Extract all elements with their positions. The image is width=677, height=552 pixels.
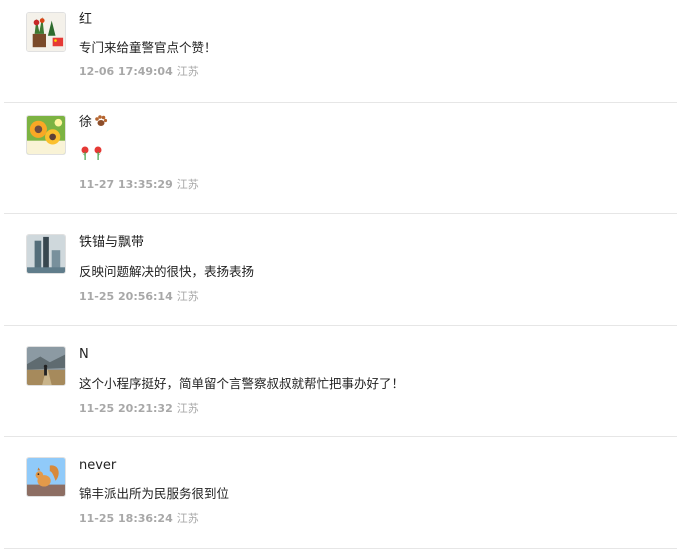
flowers-and-flag-avatar-icon	[27, 13, 65, 51]
squirrel-avatar-icon	[27, 458, 65, 496]
comment-meta: 11-25 18:36:24 江苏	[79, 512, 199, 526]
comment-item: 徐 11-27 13:35:29 江苏	[0, 103, 677, 214]
commenter-name: 红	[79, 12, 93, 27]
commenter-name: N	[79, 347, 89, 362]
paw-emoji-icon	[94, 114, 108, 134]
avatar[interactable]	[26, 346, 66, 386]
commenter-name: 铁锚与飘带	[79, 235, 145, 250]
commenter-name: never	[79, 458, 117, 473]
avatar[interactable]	[26, 12, 66, 52]
comment-meta: 11-25 20:56:14 江苏	[79, 290, 199, 304]
comment-text: 反映问题解决的很快，表扬表扬	[79, 264, 255, 279]
divider	[4, 548, 677, 549]
comment-time: 12-06 17:49:04	[79, 65, 173, 78]
rose-emoji-icon	[79, 146, 105, 165]
comment-meta: 12-06 17:49:04 江苏	[79, 65, 199, 79]
city-buildings-avatar-icon	[27, 235, 65, 273]
comment-item: 红 专门来给童警官点个赞！ 12-06 17:49:04 江苏	[0, 0, 677, 103]
comment-item: N 这个小程序挺好，简单留个言警察叔叔就帮忙把事办好了！ 11-25 20:21…	[0, 326, 677, 437]
comment-time: 11-25 20:21:32	[79, 402, 173, 415]
avatar[interactable]	[26, 115, 66, 155]
comment-text: 专门来给童警官点个赞！	[79, 40, 217, 55]
avatar[interactable]	[26, 457, 66, 497]
comment-time: 11-27 13:35:29	[79, 178, 173, 191]
person-walking-road-avatar-icon	[27, 347, 65, 385]
comment-time: 11-25 20:56:14	[79, 290, 173, 303]
sunflowers-avatar-icon	[27, 116, 65, 154]
comment-location: 江苏	[176, 178, 199, 191]
comment-location: 江苏	[176, 402, 199, 415]
comment-item: 铁锚与飘带 反映问题解决的很快，表扬表扬 11-25 20:56:14 江苏	[0, 214, 677, 326]
comment-text: 这个小程序挺好，简单留个言警察叔叔就帮忙把事办好了！	[79, 376, 405, 391]
comment-text	[79, 145, 105, 165]
comment-item: never 锦丰派出所为民服务很到位 11-25 18:36:24 江苏	[0, 437, 677, 549]
commenter-name-text: 徐	[79, 115, 93, 130]
commenter-name: 徐	[79, 114, 108, 134]
comment-location: 江苏	[176, 512, 199, 525]
comment-time: 11-25 18:36:24	[79, 512, 173, 525]
comment-meta: 11-25 20:21:32 江苏	[79, 402, 199, 416]
comment-location: 江苏	[176, 290, 199, 303]
comment-text: 锦丰派出所为民服务很到位	[79, 486, 230, 501]
comment-location: 江苏	[176, 65, 199, 78]
avatar[interactable]	[26, 234, 66, 274]
comment-meta: 11-27 13:35:29 江苏	[79, 178, 199, 192]
